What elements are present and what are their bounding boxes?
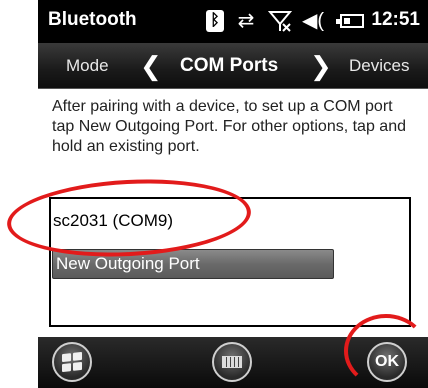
com-port-list[interactable]: sc2031 (COM9) New Outgoing Port (49, 197, 411, 327)
com-port-item[interactable]: sc2031 (COM9) (53, 211, 173, 231)
nav-tab-mode[interactable]: Mode (66, 56, 109, 76)
nav-header: Mode ❮ COM Ports ❯ Devices (38, 43, 428, 89)
start-button[interactable] (52, 342, 92, 382)
status-title: Bluetooth (48, 9, 137, 30)
chevron-right-icon[interactable]: ❯ (310, 51, 332, 82)
nav-tab-com-ports: COM Ports (180, 55, 279, 76)
status-bar: Bluetooth ᛒ ⇄ ◀︎( 12:51 (38, 0, 428, 43)
volume-icon[interactable]: ◀︎( (302, 10, 328, 32)
device-screen: Bluetooth ᛒ ⇄ ◀︎( 12:51 Mode ❮ COM Ports… (38, 0, 428, 388)
sync-icon[interactable]: ⇄ (234, 10, 258, 32)
battery-icon[interactable] (336, 14, 364, 28)
instructions-text: After pairing with a device, to set up a… (52, 98, 406, 155)
keyboard-button[interactable] (212, 342, 252, 382)
keyboard-icon (222, 356, 242, 368)
status-icons: ᛒ ⇄ ◀︎( (206, 8, 364, 34)
windows-start-icon (62, 351, 82, 373)
ok-button[interactable]: OK (367, 342, 407, 382)
chevron-left-icon[interactable]: ❮ (140, 51, 162, 82)
signal-off-icon[interactable] (267, 10, 293, 32)
new-outgoing-port-button[interactable]: New Outgoing Port (52, 249, 334, 279)
bottom-bar: OK (38, 337, 428, 388)
nav-tab-devices[interactable]: Devices (349, 56, 409, 76)
status-time[interactable]: 12:51 (371, 9, 420, 31)
bluetooth-icon: ᛒ (206, 10, 224, 32)
